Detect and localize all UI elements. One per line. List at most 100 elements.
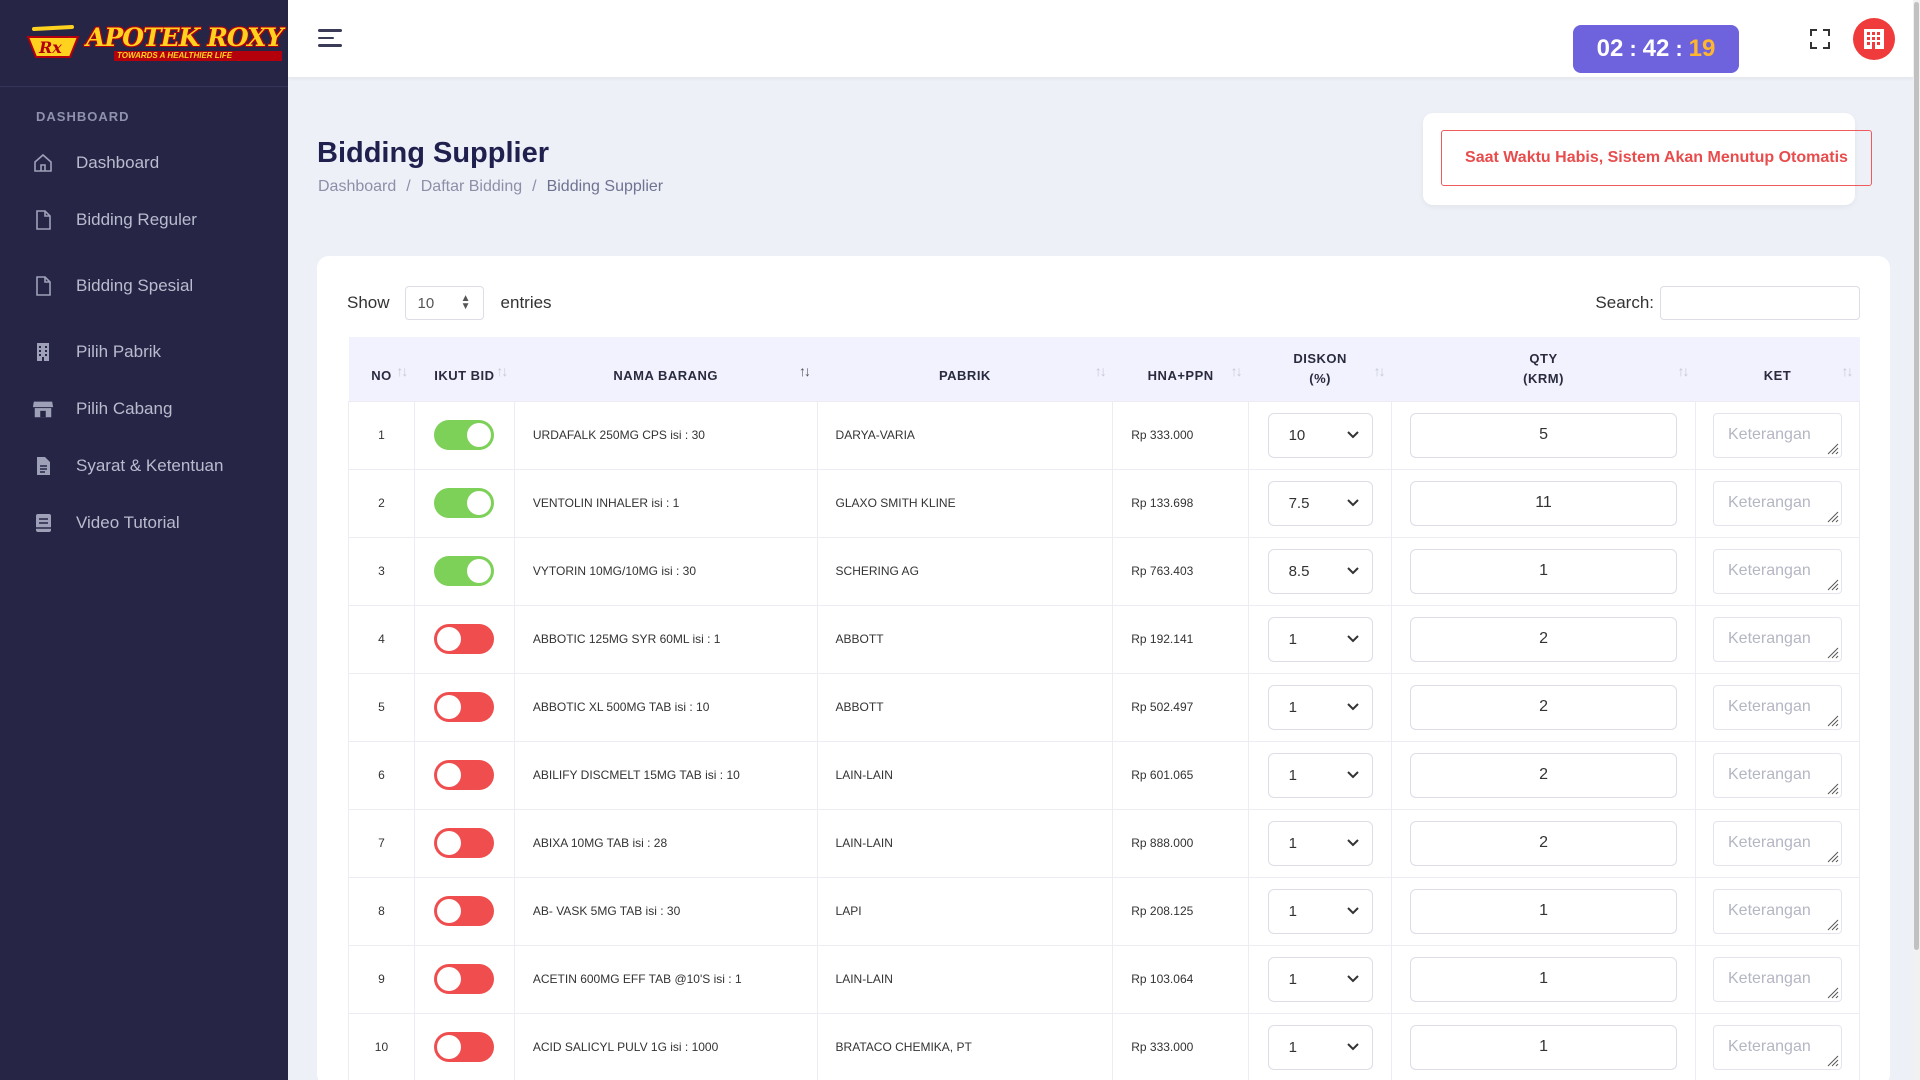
qty-input[interactable]: 2 — [1410, 820, 1678, 866]
ikut-bid-toggle[interactable] — [434, 624, 495, 654]
resize-grip-icon[interactable] — [1825, 849, 1839, 863]
diskon-select[interactable]: 7.5 — [1267, 480, 1373, 526]
diskon-value: 1 — [1288, 698, 1297, 716]
keterangan-textarea[interactable]: Keterangan — [1713, 616, 1842, 662]
ikut-bid-toggle[interactable] — [434, 556, 495, 586]
breadcrumb-daftar-bidding[interactable]: Daftar Bidding — [421, 178, 522, 196]
cell-nama-barang: ACID SALICYL PULV 1G isi : 1000 — [513, 1012, 818, 1080]
qty-input[interactable]: 11 — [1410, 480, 1678, 526]
column-header-hna-ppn[interactable]: HNA+PPN ↑↓ — [1113, 337, 1249, 401]
cell-ket: Keterangan — [1695, 808, 1860, 878]
resize-grip-icon[interactable] — [1825, 713, 1839, 727]
sidebar-item-bidding-reguler[interactable]: Bidding Reguler — [0, 191, 288, 248]
ikut-bid-toggle[interactable] — [434, 964, 495, 994]
sidebar-item-syarat-ketentuan[interactable]: Syarat & Ketentuan — [0, 437, 288, 494]
diskon-select[interactable]: 1 — [1267, 684, 1373, 730]
diskon-select[interactable]: 1 — [1267, 820, 1373, 866]
resize-grip-icon[interactable] — [1825, 441, 1839, 455]
keterangan-textarea[interactable]: Keterangan — [1713, 684, 1842, 730]
keterangan-placeholder: Keterangan — [1728, 425, 1811, 443]
diskon-select[interactable]: 1 — [1267, 956, 1373, 1002]
keterangan-textarea[interactable]: Keterangan — [1713, 548, 1842, 594]
column-header-ikut-bid[interactable]: IKUT BID ↑↓ — [414, 337, 514, 401]
resize-grip-icon[interactable] — [1825, 917, 1839, 931]
cell-qty: 1 — [1391, 536, 1696, 606]
keterangan-placeholder: Keterangan — [1728, 493, 1811, 511]
table-row: 2 VENTOLIN INHALER isi : 1 GLAXO SMITH KLI… — [348, 468, 1860, 538]
diskon-value: 1 — [1288, 1038, 1297, 1056]
keterangan-textarea[interactable]: Keterangan — [1713, 480, 1842, 526]
sidebar-item-bidding-spesial[interactable]: Bidding Spesial — [0, 257, 288, 314]
qty-input[interactable]: 1 — [1410, 1024, 1678, 1070]
keterangan-textarea[interactable]: Keterangan — [1713, 752, 1842, 798]
keterangan-textarea[interactable]: Keterangan — [1713, 956, 1842, 1002]
ikut-bid-toggle[interactable] — [434, 896, 495, 926]
ikut-bid-toggle[interactable] — [434, 1032, 495, 1062]
column-header-ket[interactable]: KET ↑↓ — [1696, 337, 1860, 401]
diskon-value: 1 — [1288, 630, 1297, 648]
menu-toggle-icon[interactable] — [318, 29, 342, 49]
avatar[interactable] — [1853, 18, 1895, 60]
resize-grip-icon[interactable] — [1825, 781, 1839, 795]
cell-pabrik: LAIN-LAIN — [816, 944, 1114, 1014]
keterangan-textarea[interactable]: Keterangan — [1713, 412, 1842, 458]
keterangan-textarea[interactable]: Keterangan — [1713, 1024, 1842, 1070]
resize-grip-icon[interactable] — [1825, 509, 1839, 523]
diskon-select[interactable]: 1 — [1267, 616, 1373, 662]
column-header-no[interactable]: NO ↑↓ — [349, 337, 415, 401]
sidebar-item-pilih-cabang[interactable]: Pilih Cabang — [0, 380, 288, 437]
ikut-bid-toggle[interactable] — [434, 828, 495, 858]
qty-input[interactable]: 2 — [1410, 684, 1678, 730]
notice-card: Saat Waktu Habis, Sistem Akan Menutup Ot… — [1423, 113, 1872, 205]
column-header-nama-barang[interactable]: NAMA BARANG ↑↓ — [514, 337, 817, 401]
sidebar-item-dashboard[interactable]: Dashboard — [0, 134, 288, 191]
table-header-row: NO ↑↓ IKUT BID ↑↓ NAMA BARANG ↑↓ PABRIK ↑↓ H… — [348, 337, 1860, 401]
chevron-down-icon — [1346, 972, 1359, 986]
diskon-select[interactable]: 1 — [1267, 888, 1373, 934]
ikut-bid-toggle[interactable] — [434, 692, 495, 722]
ikut-bid-toggle[interactable] — [434, 488, 495, 518]
timer-hours: 02 — [1596, 35, 1624, 62]
breadcrumb-separator: / — [406, 178, 411, 195]
diskon-select[interactable]: 10 — [1267, 412, 1373, 458]
cell-ket: Keterangan — [1695, 1012, 1860, 1080]
logo[interactable]: Rx APOTEK ROXY TOWARDS A HEALTHIER LIFE — [24, 23, 283, 63]
page-scrollbar[interactable] — [1913, 0, 1920, 1080]
resize-grip-icon[interactable] — [1825, 985, 1839, 999]
timer-separator: : — [1629, 36, 1637, 61]
sidebar-item-label: Dashboard — [76, 152, 160, 172]
page-length-select[interactable]: 10 ▲ ▼ — [404, 286, 484, 320]
ikut-bid-toggle[interactable] — [434, 760, 495, 790]
qty-input[interactable]: 1 — [1410, 956, 1678, 1002]
sidebar-item-video-tutorial[interactable]: Video Tutorial — [0, 494, 288, 551]
diskon-value: 1 — [1288, 766, 1297, 784]
ikut-bid-toggle[interactable] — [434, 420, 495, 450]
breadcrumb-dashboard[interactable]: Dashboard — [318, 178, 396, 196]
qty-input[interactable]: 2 — [1410, 616, 1678, 662]
resize-grip-icon[interactable] — [1825, 577, 1839, 591]
column-header-pabrik[interactable]: PABRIK ↑↓ — [817, 337, 1113, 401]
entries-label: entries — [500, 293, 552, 312]
fullscreen-icon[interactable] — [1809, 28, 1831, 50]
keterangan-placeholder: Keterangan — [1728, 1037, 1811, 1055]
keterangan-textarea[interactable]: Keterangan — [1713, 820, 1842, 866]
book-icon — [32, 512, 54, 534]
diskon-select[interactable]: 8.5 — [1267, 548, 1373, 594]
qty-input[interactable]: 5 — [1410, 412, 1678, 458]
cell-nama-barang: ABIXA 10MG TAB isi : 28 — [513, 808, 818, 878]
qty-input[interactable]: 1 — [1410, 888, 1678, 934]
qty-input[interactable]: 2 — [1410, 752, 1678, 798]
column-header-diskon[interactable]: DISKON (%) ↑↓ — [1249, 337, 1392, 401]
page-length-control: Show 10 ▲ ▼ entries — [347, 286, 552, 320]
cell-no: 2 — [348, 468, 415, 538]
resize-grip-icon[interactable] — [1825, 1053, 1839, 1067]
qty-input[interactable]: 1 — [1410, 548, 1678, 594]
sidebar-item-pilih-pabrik[interactable]: Pilih Pabrik — [0, 323, 288, 380]
column-header-qty[interactable]: QTY (KRM) ↑↓ — [1392, 337, 1696, 401]
resize-grip-icon[interactable] — [1825, 645, 1839, 659]
keterangan-textarea[interactable]: Keterangan — [1713, 888, 1842, 934]
diskon-select[interactable]: 1 — [1267, 1024, 1373, 1070]
diskon-select[interactable]: 1 — [1267, 752, 1373, 798]
cell-diskon: 1 — [1248, 604, 1393, 674]
search-input[interactable] — [1660, 286, 1860, 320]
